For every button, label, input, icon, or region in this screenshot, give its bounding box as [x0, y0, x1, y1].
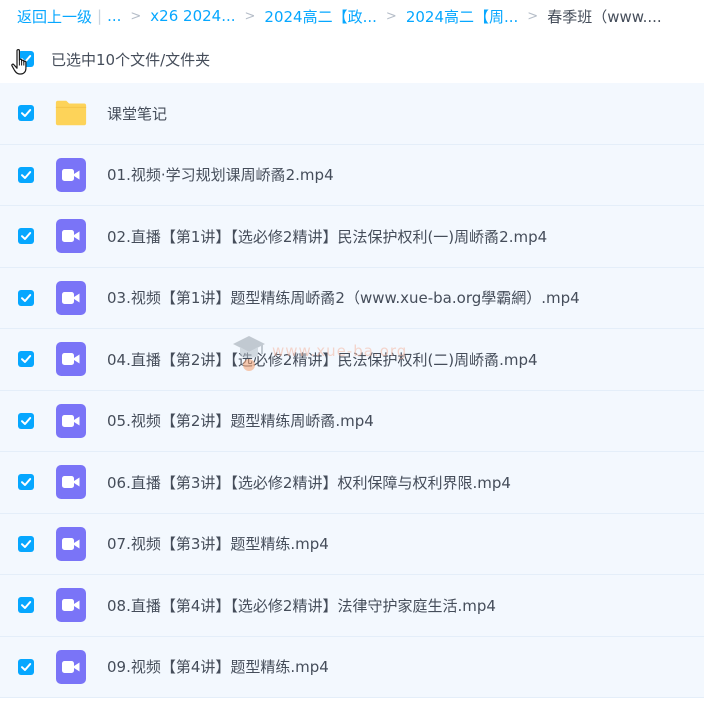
video-file-icon [54, 280, 88, 315]
file-name[interactable]: 02.直播【第1讲】【选必修2精讲】民法保护权利(一)周峤矞2.mp4 [107, 226, 547, 247]
video-file-icon [54, 526, 88, 561]
row-checkbox[interactable] [18, 412, 34, 429]
breadcrumb-item[interactable]: 2024高二【周... [406, 6, 518, 27]
file-name[interactable]: 05.视频【第2讲】题型精练周峤矞.mp4 [107, 410, 374, 431]
breadcrumb-divider: | [97, 7, 103, 25]
row-checkbox[interactable] [18, 658, 34, 675]
row-checkbox[interactable] [18, 166, 34, 183]
checkmark-icon [21, 355, 32, 364]
breadcrumb-item[interactable]: x26 2024... [150, 7, 235, 25]
chevron-right-icon: > [385, 8, 397, 24]
chevron-right-icon: > [130, 8, 142, 24]
row-checkbox[interactable] [18, 289, 34, 306]
checkmark-icon [21, 109, 32, 118]
breadcrumb: 返回上一级 | ... > x26 2024... > 2024高二【政... … [0, 0, 704, 32]
checkmark-icon [21, 662, 32, 671]
selection-summary: 已选中10个文件/文件夹 [51, 50, 211, 69]
folder-icon [54, 96, 88, 130]
file-name[interactable]: 08.直播【第4讲】【选必修2精讲】法律守护家庭生活.mp4 [107, 595, 496, 616]
row-checkbox[interactable] [18, 105, 34, 122]
checkmark-icon [21, 55, 32, 63]
file-row[interactable]: 08.直播【第4讲】【选必修2精讲】法律守护家庭生活.mp4 [0, 575, 704, 637]
video-file-icon [54, 588, 88, 623]
row-checkbox[interactable] [18, 474, 34, 491]
breadcrumb-current: 春季班（www.... [547, 7, 662, 26]
file-name[interactable]: 01.视频·学习规划课周峤矞2.mp4 [107, 164, 334, 185]
chevron-right-icon: > [527, 8, 539, 24]
back-link[interactable]: 返回上一级 [17, 6, 92, 27]
row-checkbox[interactable] [18, 228, 34, 245]
file-row[interactable]: 06.直播【第3讲】【选必修2精讲】权利保障与权利界限.mp4 [0, 452, 704, 514]
breadcrumb-ellipsis[interactable]: ... [107, 7, 121, 25]
file-row[interactable]: 07.视频【第3讲】题型精练.mp4 [0, 513, 704, 575]
video-file-icon [54, 465, 88, 500]
video-file-icon [54, 219, 88, 254]
checkmark-icon [21, 232, 32, 241]
file-row[interactable]: 05.视频【第2讲】题型精练周峤矞.mp4 [0, 390, 704, 452]
chevron-right-icon: > [244, 8, 256, 24]
file-row[interactable]: 09.视频【第4讲】题型精练.mp4 [0, 636, 704, 698]
file-row[interactable]: 01.视频·学习规划课周峤矞2.mp4 [0, 144, 704, 206]
checkmark-icon [21, 170, 32, 179]
row-checkbox[interactable] [18, 351, 34, 368]
video-file-icon [54, 342, 88, 377]
checkmark-icon [21, 478, 32, 487]
select-all-checkbox[interactable] [18, 51, 34, 67]
file-list: 课堂笔记 01.视频·学习规划课周峤矞2.mp4 02.直播【第1讲】【选必修2精讲… [0, 83, 704, 698]
file-row[interactable]: 02.直播【第1讲】【选必修2精讲】民法保护权利(一)周峤矞2.mp4 [0, 206, 704, 268]
file-name[interactable]: 06.直播【第3讲】【选必修2精讲】权利保障与权利界限.mp4 [107, 472, 511, 493]
selection-bar: 已选中10个文件/文件夹 [0, 36, 704, 82]
video-file-icon [54, 649, 88, 684]
file-name[interactable]: 课堂笔记 [107, 103, 167, 124]
checkmark-icon [21, 293, 32, 302]
checkmark-icon [21, 416, 32, 425]
file-row[interactable]: 04.直播【第2讲】【选必修2精讲】民法保护权利(二)周峤矞.mp4 [0, 329, 704, 391]
row-checkbox[interactable] [18, 597, 34, 614]
checkmark-icon [21, 601, 32, 610]
file-row[interactable]: 03.视频【第1讲】题型精练周峤矞2（www.xue-ba.org學霸網）.mp… [0, 267, 704, 329]
file-name[interactable]: 09.视频【第4讲】题型精练.mp4 [107, 656, 329, 677]
file-name[interactable]: 07.视频【第3讲】题型精练.mp4 [107, 533, 329, 554]
checkmark-icon [21, 539, 32, 548]
file-row[interactable]: 课堂笔记 [0, 83, 704, 145]
row-checkbox[interactable] [18, 535, 34, 552]
breadcrumb-item[interactable]: 2024高二【政... [264, 6, 376, 27]
file-name[interactable]: 03.视频【第1讲】题型精练周峤矞2（www.xue-ba.org學霸網）.mp… [107, 287, 580, 308]
file-name[interactable]: 04.直播【第2讲】【选必修2精讲】民法保护权利(二)周峤矞.mp4 [107, 349, 538, 370]
video-file-icon [54, 157, 88, 192]
video-file-icon [54, 403, 88, 438]
